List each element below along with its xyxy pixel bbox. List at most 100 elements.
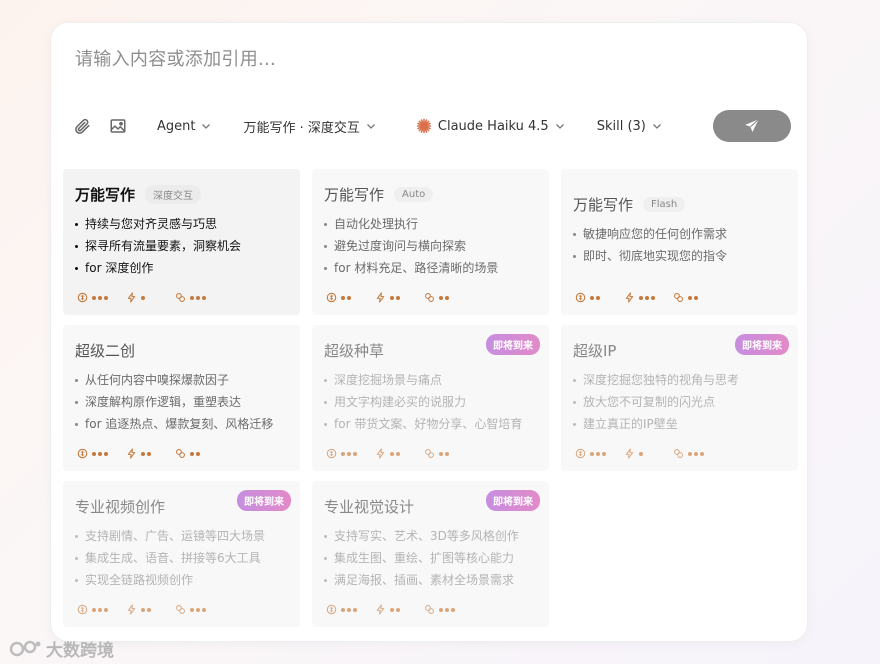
level-dot [92, 451, 96, 456]
agent-dropdown[interactable]: Agent [157, 119, 211, 134]
mode-card[interactable]: 万能写作 深度交互 持续与您对齐灵感与巧思 探寻所有流量要素，洞察机会 for 深度创作 [63, 169, 300, 315]
level-dot [590, 451, 594, 456]
mode-card[interactable]: 专业视频创作 即将到来 支持剧情、广告、运镜等四大场景 集成生成、语音、拼接等6大工具… [63, 481, 300, 627]
level-dot [92, 295, 96, 300]
level-dot [347, 451, 351, 456]
link-icon [424, 604, 435, 615]
level-dot [202, 295, 206, 300]
feature-item: 支持写实、艺术、3D等多风格创作 [324, 525, 537, 547]
card-metrics [575, 292, 704, 303]
feature-item: 深度挖掘您独特的视角与思考 [573, 369, 786, 391]
mode-card[interactable]: 超级种草 即将到来 深度挖掘场景与痛点 用文字构建必买的说服力 for 带货文案、好物分… [312, 325, 549, 471]
mode-card[interactable]: 超级二创 从任何内容中嗅探爆款因子 深度解构原作逻辑，重塑表达 for 追逐热点、爆款… [63, 325, 300, 471]
link-metric [424, 292, 455, 303]
level-dot [92, 607, 96, 612]
speed-icon [624, 448, 635, 459]
card-title: 超级二创 [75, 341, 136, 360]
depth-icon [77, 604, 88, 615]
card-header: 万能写作 深度交互 [75, 183, 288, 205]
level-dot [98, 295, 102, 300]
level-dot [104, 451, 108, 456]
speed-icon [126, 448, 137, 459]
speed-icon [624, 292, 635, 303]
mode-card[interactable]: 万能写作 Auto 自动化处理执行 避免过度询问与横向探索 for 材料充足、路径清晰的… [312, 169, 549, 315]
depth-metric [326, 448, 357, 459]
card-metrics [77, 604, 206, 615]
prompt-input[interactable]: 请输入内容或添加引用... [75, 45, 783, 71]
depth-icon [575, 448, 586, 459]
card-metrics [77, 292, 206, 303]
level-dot [402, 452, 406, 456]
depth-icon [77, 292, 88, 303]
link-metric [175, 292, 206, 303]
skill-dropdown[interactable]: Skill (3) [597, 119, 662, 134]
level-dots [341, 295, 357, 300]
card-title: 专业视频创作 [75, 497, 166, 516]
level-dots [190, 607, 206, 612]
speed-metric [624, 448, 655, 459]
feature-list: 支持剧情、广告、运镜等四大场景 集成生成、语音、拼接等6大工具 实现全链路视频创作 [75, 525, 288, 591]
level-dot [451, 296, 455, 300]
level-dot [639, 295, 643, 300]
level-dot [141, 607, 145, 612]
feature-item: for 材料充足、路径清晰的场景 [324, 257, 537, 279]
level-dots [439, 451, 455, 456]
feature-list: 深度挖掘您独特的视角与思考 放大您不可复制的闪光点 建立真正的IP壁垒 [573, 369, 786, 435]
speed-metric [375, 604, 406, 615]
link-icon [175, 448, 186, 459]
level-dot [147, 451, 151, 456]
model-dropdown[interactable]: Claude Haiku 4.5 [416, 118, 565, 134]
depth-icon [326, 292, 337, 303]
card-metrics [326, 604, 455, 615]
level-dot [602, 296, 606, 300]
speed-icon [126, 604, 137, 615]
level-dots [390, 607, 406, 612]
depth-metric [77, 292, 108, 303]
level-dot [439, 295, 443, 300]
level-dot [694, 295, 698, 300]
feature-list: 敏捷响应您的任何创作需求 即时、彻底地实现您的指令 [573, 223, 786, 267]
level-dots [92, 607, 108, 612]
level-dot [353, 451, 357, 456]
level-dot [402, 296, 406, 300]
card-metrics [575, 448, 704, 459]
link-icon [175, 292, 186, 303]
depth-icon [326, 604, 337, 615]
level-dot [104, 295, 108, 300]
link-metric [175, 604, 206, 615]
level-dots [590, 451, 606, 456]
watermark-text: 大数跨境 [46, 641, 114, 661]
agent-label: Agent [157, 118, 196, 134]
depth-icon [77, 448, 88, 459]
image-icon[interactable] [105, 113, 131, 139]
level-dot [396, 295, 400, 300]
mode-card[interactable]: 专业视觉设计 即将到来 支持写实、艺术、3D等多风格创作 集成生图、重绘、扩图等核心能… [312, 481, 549, 627]
feature-item: 支持剧情、广告、运镜等四大场景 [75, 525, 288, 547]
level-dot [202, 607, 206, 612]
coming-soon-badge: 即将到来 [735, 334, 789, 355]
link-icon [424, 448, 435, 459]
paperclip-icon[interactable] [69, 113, 95, 139]
depth-metric [575, 292, 606, 303]
depth-metric [575, 448, 606, 459]
mode-card[interactable]: 超级IP 即将到来深度挖掘您独特的视角与思考 放大您不可复制的闪光点 建立真正的IP壁… [561, 325, 798, 471]
feature-list: 自动化处理执行 避免过度询问与横向探索 for 材料充足、路径清晰的场景 [324, 213, 537, 279]
depth-metric [77, 448, 108, 459]
mode-dropdown[interactable]: 万能写作 · 深度交互 [243, 117, 375, 136]
level-dot [196, 607, 200, 612]
level-dot [590, 295, 594, 300]
watermark-logo-icon [9, 640, 41, 656]
speed-icon [126, 292, 137, 303]
level-dots [639, 451, 655, 456]
level-dot [341, 451, 345, 456]
level-dot [153, 608, 157, 612]
mode-card[interactable]: 万能写作 Flash 敏捷响应您的任何创作需求 即时、彻底地实现您的指令 [561, 169, 798, 315]
level-dots [439, 295, 455, 300]
level-dot [104, 607, 108, 612]
card-title: 超级IP [573, 341, 617, 360]
chevron-down-icon [555, 124, 564, 129]
feature-list: 深度挖掘场景与痛点 用文字构建必买的说服力 for 带货文案、好物分享、心智培育 [324, 369, 537, 435]
level-dots [341, 607, 357, 612]
send-button[interactable] [713, 110, 791, 142]
feature-item: for 带货文案、好物分享、心智培育 [324, 413, 537, 435]
